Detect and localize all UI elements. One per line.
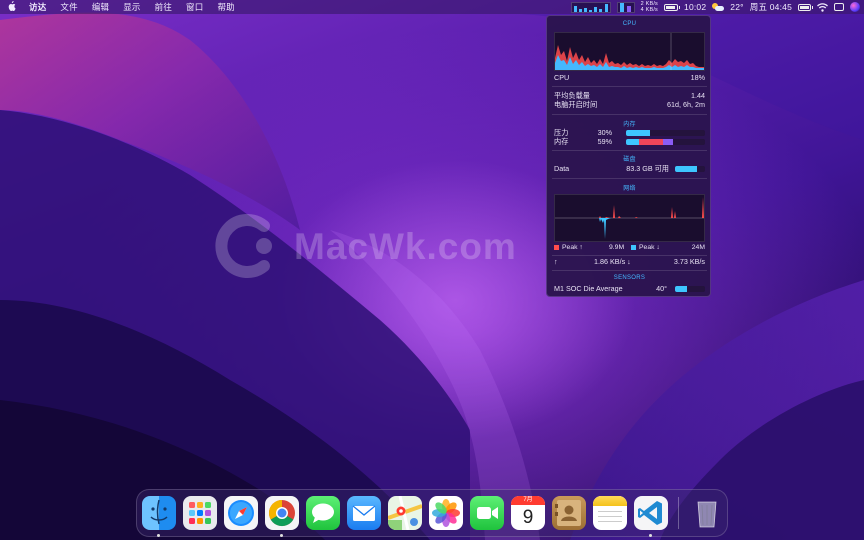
network-rates[interactable]: 2 KB/s 4 KB/s bbox=[641, 1, 658, 13]
weather-icon[interactable] bbox=[712, 2, 725, 12]
memory-graph-icon[interactable] bbox=[616, 1, 635, 13]
wifi-icon[interactable] bbox=[817, 2, 828, 12]
dock-launchpad-icon[interactable] bbox=[183, 496, 217, 530]
memory-bar-compressed bbox=[663, 139, 673, 145]
calendar-month: 7月 bbox=[511, 496, 545, 505]
uptime-row: 电脑开启时间 61d, 6h, 2m bbox=[554, 100, 705, 110]
menu-window[interactable]: 窗口 bbox=[179, 0, 210, 14]
sensor-name: M1 SOC Die Average bbox=[554, 284, 623, 293]
sensor-bar bbox=[675, 286, 705, 292]
memory-bar bbox=[626, 139, 705, 145]
pressure-bar bbox=[626, 130, 705, 136]
dock-finder-icon[interactable] bbox=[142, 496, 176, 530]
cpu-usage-value: 18% bbox=[690, 73, 705, 82]
dock-vscode-icon[interactable] bbox=[634, 496, 668, 530]
peak-down-value: 24M bbox=[691, 244, 705, 251]
uptime-label: 电脑开启时间 bbox=[554, 100, 598, 109]
dock-chrome-icon[interactable] bbox=[265, 496, 299, 530]
divider bbox=[552, 270, 707, 271]
notes-header-shape bbox=[593, 496, 627, 506]
memory-bar-app bbox=[626, 139, 639, 145]
menu-edit[interactable]: 编辑 bbox=[85, 0, 116, 14]
watermark: MacWk.com bbox=[212, 206, 516, 286]
stats-popup: CPU CPU 18% 平均负载量 1.44 电脑开启时间 61d, 6h, 2… bbox=[546, 15, 711, 297]
menu-datetime[interactable]: 周五 04:45 bbox=[750, 1, 792, 13]
battery-status-icon[interactable] bbox=[798, 3, 813, 11]
peak-down-label: Peak ↓ bbox=[639, 244, 660, 251]
download-rate: 3.73 KB/s bbox=[673, 257, 705, 266]
upload-color-swatch bbox=[554, 244, 559, 250]
dock-messages-icon[interactable] bbox=[306, 496, 340, 530]
dock-safari-icon[interactable] bbox=[224, 496, 258, 530]
menu-view[interactable]: 显示 bbox=[116, 0, 147, 14]
divider bbox=[552, 178, 707, 179]
memory-section-title: 内存 bbox=[623, 122, 636, 128]
peak-up-value: 9.9M bbox=[609, 244, 625, 251]
peak-up-legend: Peak ↑ bbox=[554, 243, 583, 253]
weather-temperature[interactable]: 22° bbox=[730, 2, 743, 12]
menu-time-short[interactable]: 10:02 bbox=[684, 2, 706, 12]
sensor-value: 40° bbox=[656, 284, 667, 293]
network-peak-row: Peak ↑ 9.9M Peak ↓ 24M bbox=[554, 243, 705, 253]
running-indicator bbox=[280, 534, 283, 537]
menu-help[interactable]: 帮助 bbox=[210, 0, 241, 14]
sensors-section-title: SENSORS bbox=[613, 275, 646, 281]
siri-icon[interactable] bbox=[850, 2, 860, 12]
menu-go[interactable]: 前往 bbox=[148, 0, 179, 14]
cpu-usage-row: CPU 18% bbox=[554, 73, 705, 83]
upload-arrow-icon: ↑ bbox=[554, 257, 558, 266]
network-graph bbox=[554, 194, 705, 242]
running-indicator bbox=[157, 534, 160, 537]
cpu-usage-graph bbox=[554, 32, 705, 71]
divider bbox=[552, 114, 707, 115]
network-section-title: 网络 bbox=[623, 186, 636, 192]
peak-down-legend: Peak ↓ bbox=[631, 243, 660, 253]
cpu-section-title: CPU bbox=[622, 21, 637, 27]
dock-contacts-icon[interactable] bbox=[552, 496, 586, 530]
disk-free: 83.3 GB 可用 bbox=[626, 164, 669, 173]
dock-separator bbox=[678, 497, 679, 529]
dock: 7月 9 bbox=[136, 489, 728, 537]
dock-facetime-icon[interactable] bbox=[470, 496, 504, 530]
dock-trash-icon[interactable] bbox=[690, 496, 724, 530]
network-rate-row: ↑ 1.86 KB/s ↓ 3.73 KB/s bbox=[554, 257, 705, 267]
divider bbox=[552, 255, 707, 256]
memory-label: 内存 bbox=[554, 137, 569, 146]
peak-up-label: Peak ↑ bbox=[562, 244, 583, 251]
memory-bar-wired bbox=[639, 139, 663, 145]
control-center-icon[interactable] bbox=[834, 3, 844, 11]
sensor-row: M1 SOC Die Average 40° bbox=[554, 284, 705, 294]
stats-graph-icon[interactable] bbox=[570, 1, 611, 13]
sensor-bar-fill bbox=[675, 286, 687, 292]
disk-bar-fill bbox=[675, 166, 697, 172]
watermark-logo-icon bbox=[215, 214, 272, 278]
dock-photos-icon[interactable] bbox=[429, 496, 463, 530]
disk-bar bbox=[675, 166, 705, 172]
divider bbox=[552, 86, 707, 87]
dock-notes-icon[interactable] bbox=[593, 496, 627, 530]
battery-icon[interactable] bbox=[664, 3, 681, 11]
cpu-label: CPU bbox=[554, 73, 570, 82]
disk-section-title: 磁盘 bbox=[623, 157, 636, 163]
uptime-value: 61d, 6h, 2m bbox=[667, 100, 705, 109]
dock-mail-icon[interactable] bbox=[347, 496, 381, 530]
dock-maps-icon[interactable] bbox=[388, 496, 422, 530]
divider bbox=[552, 150, 707, 151]
dock-calendar-icon[interactable]: 7月 9 bbox=[511, 496, 545, 530]
disk-row: Data 83.3 GB 可用 bbox=[554, 164, 705, 174]
disk-name: Data bbox=[554, 164, 570, 173]
memory-usage-row: 内存 59% bbox=[554, 137, 705, 147]
net-down-rate: 4 KB/s bbox=[640, 7, 659, 13]
download-color-swatch bbox=[631, 244, 636, 250]
calendar-day: 9 bbox=[522, 507, 534, 528]
memory-value: 59% bbox=[597, 137, 612, 146]
watermark-text: MacWk.com bbox=[294, 226, 517, 267]
pressure-bar-fill bbox=[626, 130, 650, 136]
menu-file[interactable]: 文件 bbox=[53, 0, 84, 14]
upload-rate: 1.86 KB/s ↓ bbox=[594, 257, 631, 266]
menu-finder[interactable]: 访达 bbox=[22, 0, 53, 14]
menu-bar: 访达 文件 编辑 显示 前往 窗口 帮助 2 KB/s 4 KB/s 10:02… bbox=[0, 0, 864, 14]
apple-icon[interactable] bbox=[0, 0, 22, 14]
running-indicator bbox=[649, 534, 652, 537]
